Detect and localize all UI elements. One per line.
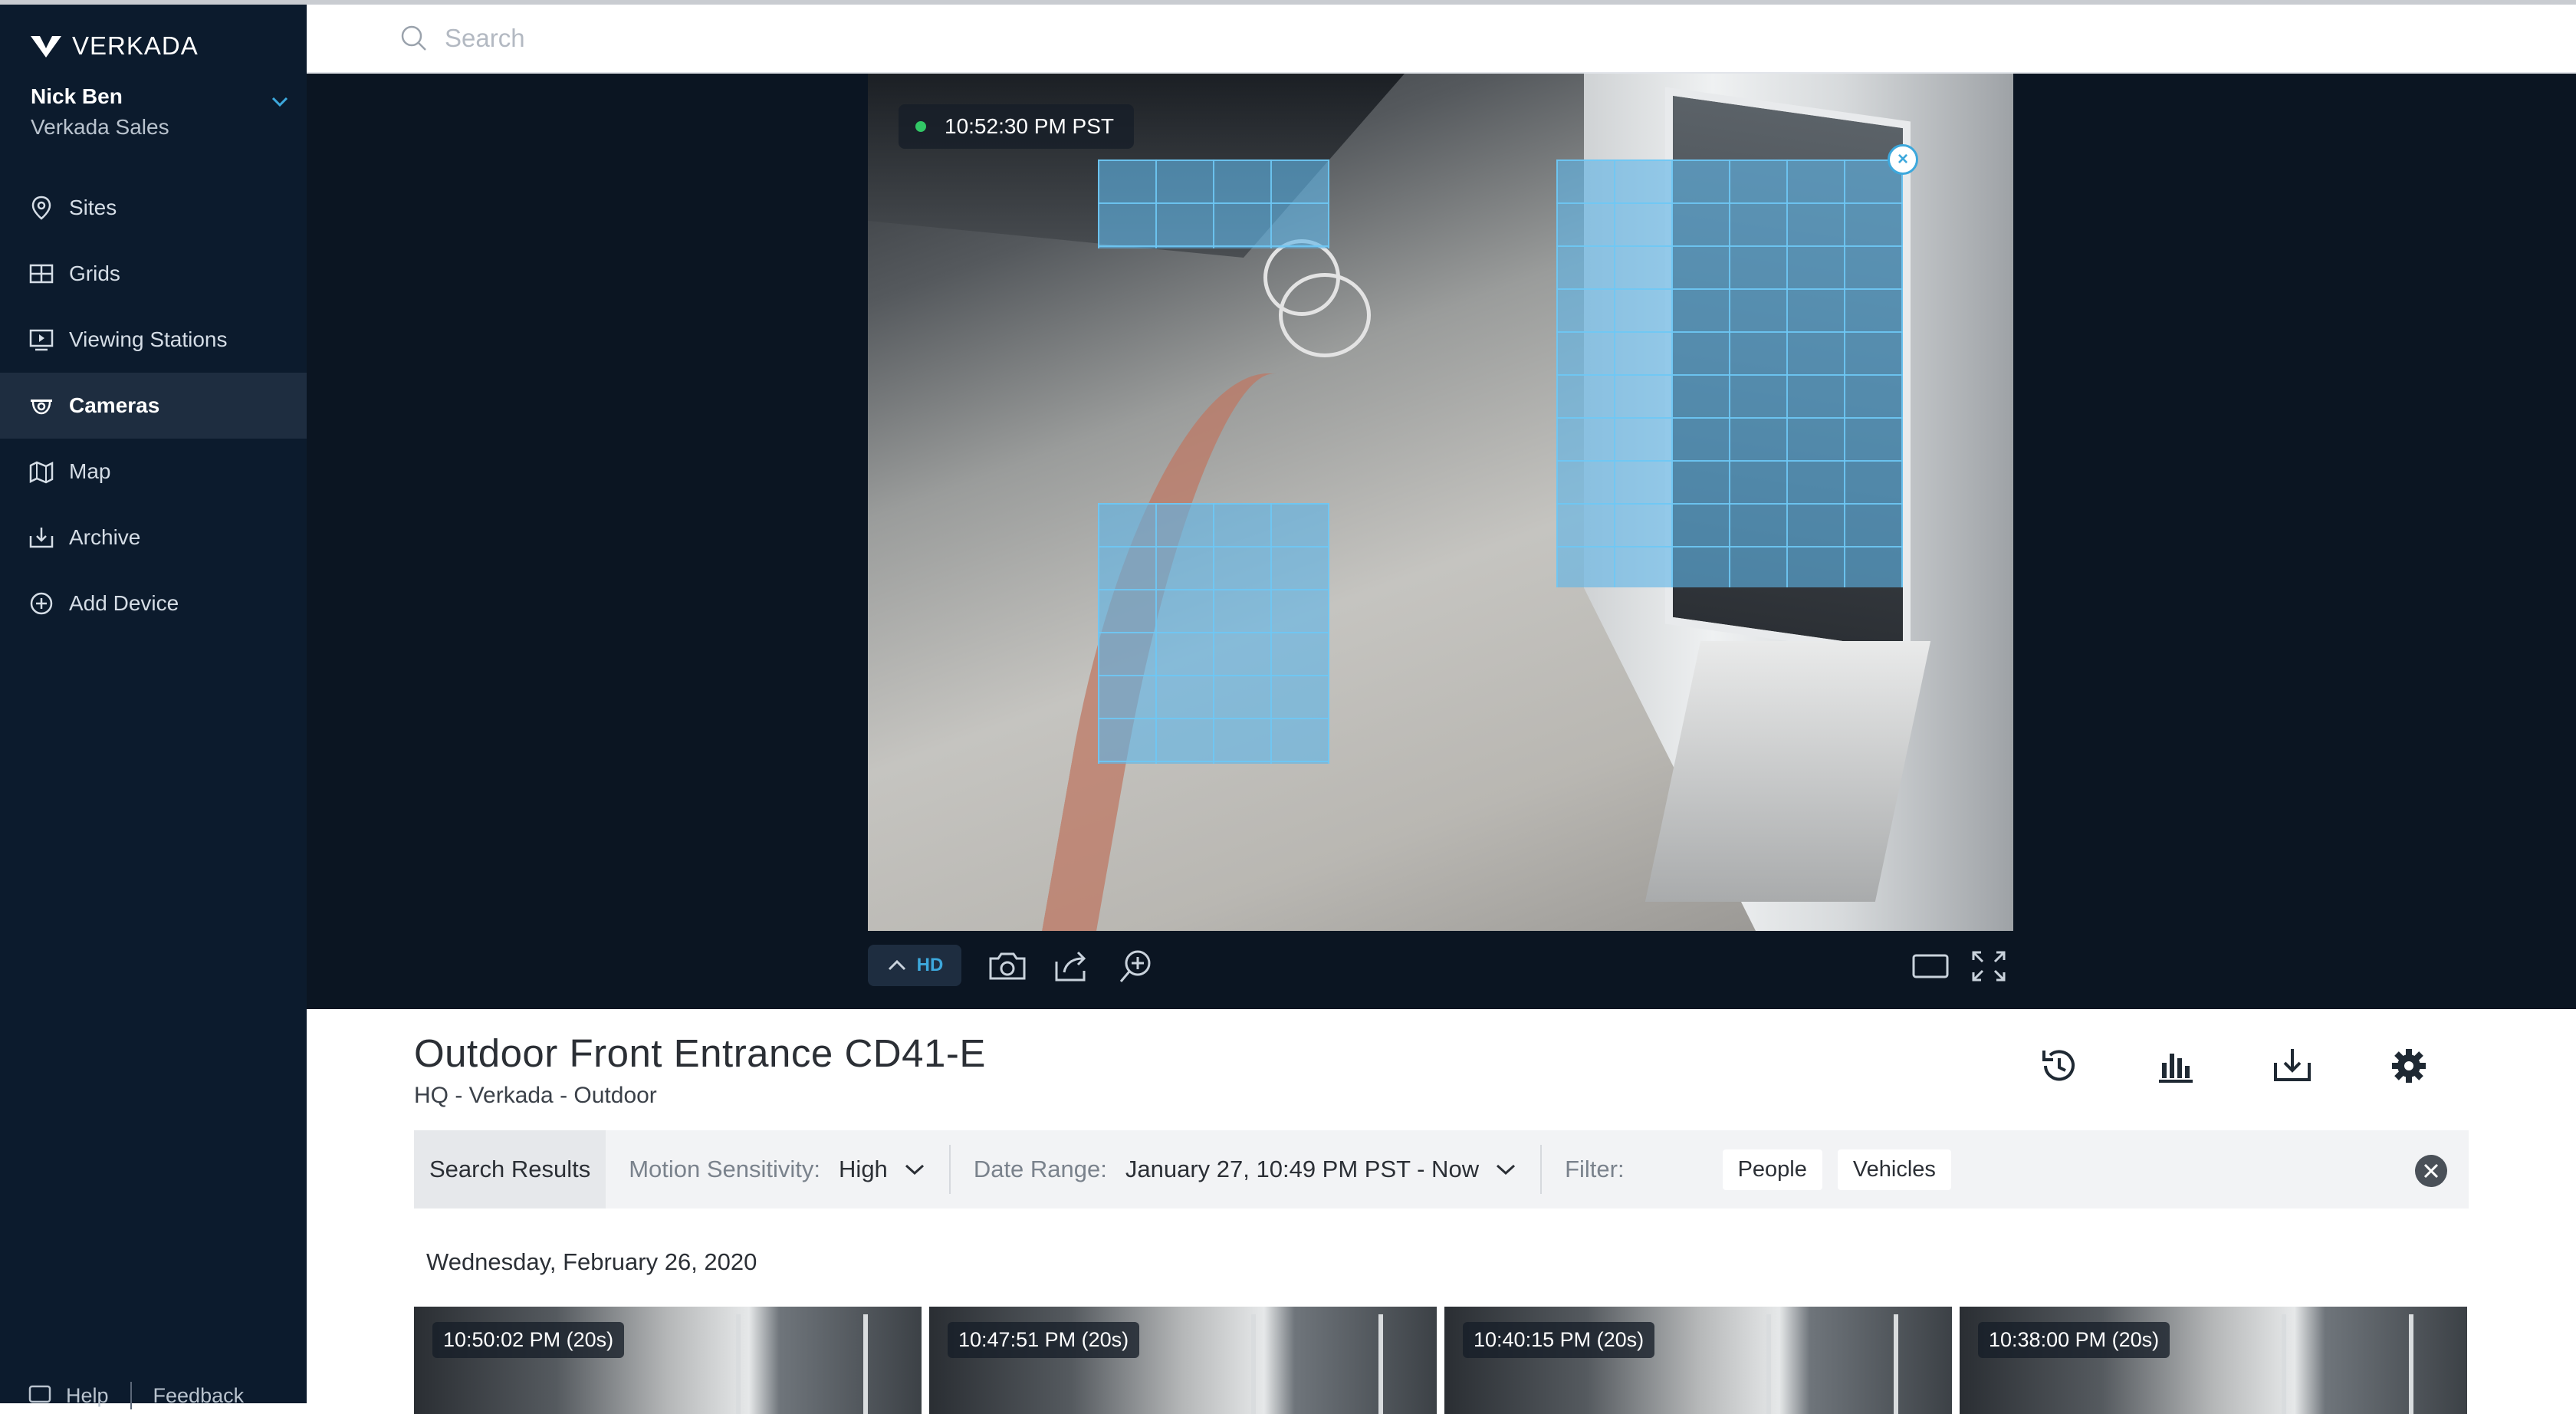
feedback-link[interactable]: Feedback bbox=[153, 1384, 245, 1408]
chevron-down-icon[interactable] bbox=[267, 89, 293, 115]
analytics-icon[interactable] bbox=[2153, 1043, 2199, 1089]
search-icon bbox=[401, 25, 426, 51]
help-chat-icon bbox=[28, 1385, 51, 1403]
chevron-up-icon bbox=[888, 959, 905, 971]
fullscreen-icon[interactable] bbox=[1969, 948, 2009, 985]
date-range-label: Date Range: bbox=[973, 1156, 1107, 1182]
grid-icon bbox=[29, 264, 54, 284]
clip-time-label: 10:50:02 PM (20s) bbox=[432, 1322, 625, 1358]
user-org: Verkada Sales bbox=[31, 115, 169, 139]
sidebar-item-label: Map bbox=[69, 459, 111, 483]
sensitivity-dropdown[interactable]: High bbox=[839, 1156, 926, 1183]
camera-location: HQ - Verkada - Outdoor bbox=[414, 1083, 657, 1108]
sidebar-item-label: Sites bbox=[69, 196, 117, 219]
camera-title: Outdoor Front Entrance CD41-E bbox=[414, 1031, 986, 1075]
download-icon[interactable] bbox=[2269, 1043, 2315, 1089]
settings-icon[interactable] bbox=[2386, 1043, 2432, 1089]
map-pin-icon bbox=[31, 196, 51, 220]
filter-chip-vehicles[interactable]: Vehicles bbox=[1837, 1149, 1951, 1190]
sidebar-item-add-device[interactable]: Add Device bbox=[0, 571, 307, 636]
sidebar-item-label: Add Device bbox=[69, 591, 179, 615]
filter-bar: Search Results Motion Sensitivity: High … bbox=[414, 1130, 2469, 1208]
thumb-door bbox=[1251, 1314, 1383, 1414]
thumb-door bbox=[1766, 1314, 1898, 1414]
monitor-play-icon bbox=[29, 329, 54, 351]
footer-divider bbox=[130, 1382, 132, 1409]
sidebar-item-label: Viewing Stations bbox=[69, 327, 228, 351]
camera-feed[interactable]: × 10:52:30 PM PST bbox=[868, 74, 2013, 931]
date-range-value: January 27, 10:49 PM PST - Now bbox=[1125, 1156, 1480, 1182]
clip-time-label: 10:40:15 PM (20s) bbox=[1463, 1322, 1655, 1358]
sensitivity-value: High bbox=[839, 1156, 888, 1182]
user-name: Nick Ben bbox=[31, 84, 123, 108]
filter-label: Filter: bbox=[1565, 1156, 1625, 1182]
sidebar-item-label: Grids bbox=[69, 261, 120, 285]
results-date-heading: Wednesday, February 26, 2020 bbox=[426, 1248, 757, 1275]
top-bar bbox=[307, 5, 2576, 74]
thumb-door bbox=[2282, 1314, 2413, 1414]
camera-dome-icon bbox=[31, 400, 52, 415]
clip-thumbnails: 10:50:02 PM (20s) 10:47:51 PM (20s) 10:4… bbox=[414, 1307, 2467, 1414]
filter-divider bbox=[1540, 1145, 1543, 1194]
quality-toggle-button[interactable]: HD bbox=[868, 945, 961, 986]
verkada-logo-icon bbox=[31, 36, 61, 58]
live-indicator-dot bbox=[915, 121, 926, 132]
map-icon bbox=[29, 461, 54, 484]
archive-icon bbox=[29, 528, 54, 548]
snapshot-camera-icon[interactable] bbox=[987, 948, 1027, 985]
sidebar-item-archive[interactable]: Archive bbox=[0, 505, 307, 571]
zoom-in-icon[interactable] bbox=[1116, 948, 1156, 985]
sidebar-footer: Help Feedback bbox=[28, 1382, 244, 1409]
history-icon[interactable] bbox=[2036, 1043, 2082, 1089]
sidebar-item-cameras[interactable]: Cameras bbox=[0, 373, 307, 439]
live-timestamp: 10:52:30 PM PST bbox=[899, 104, 1135, 149]
chevron-down-icon bbox=[1497, 1164, 1516, 1176]
sidebar-item-viewing-stations[interactable]: Viewing Stations bbox=[0, 307, 307, 373]
plus-circle-icon bbox=[30, 592, 53, 615]
sidebar-item-label: Cameras bbox=[69, 393, 160, 417]
video-player-area: × 10:52:30 PM PST HD bbox=[307, 74, 2576, 1009]
filter-divider bbox=[948, 1145, 951, 1194]
sidebar-item-map[interactable]: Map bbox=[0, 439, 307, 505]
timestamp-text: 10:52:30 PM PST bbox=[945, 114, 1115, 138]
verkada-logo[interactable]: VERKADA bbox=[29, 25, 199, 67]
sidebar-item-label: Archive bbox=[69, 525, 141, 549]
sidebar-nav: Sites Grids Viewing Stations Cameras Map… bbox=[0, 175, 307, 636]
date-range-dropdown[interactable]: January 27, 10:49 PM PST - Now bbox=[1125, 1156, 1517, 1183]
tab-search-results[interactable]: Search Results bbox=[414, 1130, 606, 1208]
sidebar-item-grids[interactable]: Grids bbox=[0, 241, 307, 307]
motion-mask-zone[interactable] bbox=[1556, 159, 1903, 587]
sensitivity-label: Motion Sensitivity: bbox=[629, 1156, 821, 1182]
chevron-down-icon bbox=[905, 1164, 924, 1176]
thumb-door bbox=[736, 1314, 868, 1414]
close-icon[interactable]: × bbox=[1888, 144, 1918, 175]
sidebar: VERKADA Nick Ben Verkada Sales Sites Gri… bbox=[0, 5, 307, 1409]
clear-filters-icon[interactable] bbox=[2413, 1153, 2449, 1189]
clip-time-label: 10:47:51 PM (20s) bbox=[948, 1322, 1140, 1358]
player-controls: HD bbox=[868, 942, 2013, 991]
share-icon[interactable] bbox=[1052, 948, 1092, 985]
clip-thumbnail[interactable]: 10:38:00 PM (20s) bbox=[1960, 1307, 2467, 1414]
clip-thumbnail[interactable]: 10:50:02 PM (20s) bbox=[414, 1307, 922, 1414]
aspect-ratio-icon[interactable] bbox=[1911, 948, 1950, 985]
motion-mask-zone[interactable] bbox=[1098, 503, 1329, 764]
filter-chip-people[interactable]: People bbox=[1722, 1149, 1822, 1190]
feed-bike-rack bbox=[1263, 239, 1340, 316]
clip-time-label: 10:38:00 PM (20s) bbox=[1978, 1322, 2170, 1358]
search-bar bbox=[399, 23, 1136, 54]
sidebar-item-sites[interactable]: Sites bbox=[0, 175, 307, 241]
search-input[interactable] bbox=[443, 23, 1136, 54]
help-link[interactable]: Help bbox=[66, 1384, 109, 1408]
clip-thumbnail[interactable]: 10:47:51 PM (20s) bbox=[929, 1307, 1437, 1414]
brand-name: VERKADA bbox=[72, 31, 199, 60]
clip-thumbnail[interactable]: 10:40:15 PM (20s) bbox=[1444, 1307, 1952, 1414]
user-switcher[interactable]: Nick Ben Verkada Sales bbox=[31, 84, 301, 140]
camera-actions bbox=[2036, 1043, 2502, 1089]
quality-label: HD bbox=[916, 955, 944, 975]
motion-mask-zone[interactable] bbox=[1098, 159, 1329, 248]
